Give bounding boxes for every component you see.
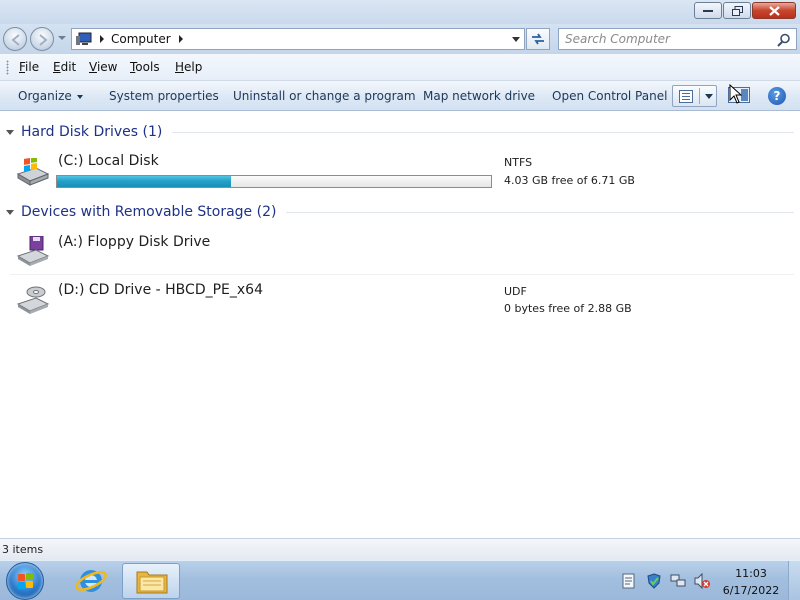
back-arrow-icon [11,34,20,46]
row-separator [10,274,794,275]
drive-name: (A:) Floppy Disk Drive [58,234,211,250]
clock-date[interactable]: 6/17/2022 [716,584,786,597]
forward-button[interactable] [30,27,54,51]
menu-bar: File Edit View Tools Help [0,54,800,81]
close-icon [768,5,780,16]
menu-help[interactable]: Help [175,60,202,74]
window-title-bar [0,0,800,24]
drive-item-c[interactable]: (C:) Local Disk NTFS 4.03 GB free of 6.7… [0,150,800,192]
menu-file[interactable]: File [19,60,39,74]
group-removable-storage[interactable]: Devices with Removable Storage (2) [6,204,794,220]
search-box[interactable] [558,28,797,50]
command-bar: Organize System properties Uninstall or … [0,81,800,111]
start-button[interactable] [6,562,44,600]
computer-icon [76,32,92,45]
group-title: Hard Disk Drives (1) [21,124,163,140]
menu-help-accel: H [175,60,185,74]
status-bar: 3 items [0,538,800,560]
item-count: 3 items [2,543,44,556]
drive-item-a[interactable]: (A:) Floppy Disk Drive [0,230,800,272]
collapse-caret-icon[interactable] [6,209,14,215]
window-controls [693,2,796,19]
restore-button[interactable] [723,2,751,19]
menu-view-label: iew [96,60,118,74]
recent-pages-dropdown[interactable] [58,36,66,40]
open-control-panel-button[interactable]: Open Control Panel [552,89,667,103]
network-icon[interactable] [670,573,686,589]
cd-drive-icon [16,286,50,314]
group-divider [172,131,794,133]
search-icon[interactable] [777,33,791,47]
group-divider [286,211,794,213]
hard-disk-icon [16,158,50,186]
navigation-bar: Computer [0,24,800,54]
menu-file-label: ile [25,60,40,74]
taskbar: 11:03 6/17/2022 [0,560,800,600]
refresh-button[interactable] [526,28,550,50]
address-history-dropdown[interactable] [512,37,520,42]
folder-icon [136,571,168,594]
forward-arrow-icon [39,34,48,46]
view-options-dropdown-icon[interactable] [705,94,713,99]
restore-icon [731,5,743,16]
file-list[interactable]: Hard Disk Drives (1) (C:) Local Disk NTF… [0,112,800,538]
change-view-button[interactable] [672,85,717,107]
details-view-icon [679,90,693,103]
drive-name: (D:) CD Drive - HBCD_PE_x64 [58,282,263,298]
organize-label: Organize [18,89,72,103]
disk-usage-fill [57,176,231,187]
action-center-icon[interactable] [622,573,636,589]
search-input[interactable] [565,29,765,49]
menu-help-label: elp [184,60,203,74]
organize-button[interactable]: Organize [18,89,83,103]
help-button[interactable]: ? [768,87,786,105]
collapse-caret-icon[interactable] [6,129,14,135]
security-shield-icon[interactable] [646,573,662,589]
drive-name: (C:) Local Disk [58,153,159,169]
file-system: UDF [504,285,527,298]
uninstall-program-button[interactable]: Uninstall or change a program [233,89,416,103]
menu-grip [6,60,9,75]
internet-explorer-icon [75,570,107,592]
menu-tools[interactable]: Tools [130,60,160,74]
menu-view[interactable]: View [89,60,117,74]
breadcrumb-computer[interactable]: Computer [111,32,171,46]
menu-view-accel: V [89,60,97,74]
address-bar[interactable]: Computer [71,28,525,50]
volume-muted-icon[interactable] [694,573,710,589]
refresh-icon [532,33,544,45]
breadcrumb-separator-icon[interactable] [100,35,104,43]
disk-usage-bar [56,175,492,188]
clock-time[interactable]: 11:03 [724,567,778,580]
show-desktop-button[interactable] [788,561,800,600]
mouse-cursor-icon [729,84,743,104]
help-icon: ? [773,89,781,103]
minimize-icon [703,9,713,12]
menu-edit-label: dit [60,60,77,74]
menu-edit[interactable]: Edit [53,60,76,74]
taskbar-internet-explorer[interactable] [62,563,120,599]
taskbar-windows-explorer[interactable] [122,563,180,599]
system-properties-button[interactable]: System properties [109,89,219,103]
view-button-separator [699,88,700,104]
free-space: 4.03 GB free of 6.71 GB [504,174,635,187]
file-system: NTFS [504,156,533,169]
floppy-drive-icon [16,236,50,266]
organize-dropdown-icon [76,94,83,99]
windows-logo-icon [18,573,33,589]
back-button[interactable] [3,27,27,51]
breadcrumb-chevron-icon[interactable] [178,35,183,43]
free-space: 0 bytes free of 2.88 GB [504,302,632,315]
menu-tools-label: ools [135,60,160,74]
drive-item-d[interactable]: (D:) CD Drive - HBCD_PE_x64 UDF 0 bytes … [0,278,800,320]
menu-edit-accel: E [53,60,61,74]
minimize-button[interactable] [694,2,722,19]
group-hard-disk-drives[interactable]: Hard Disk Drives (1) [6,124,794,140]
close-button[interactable] [752,2,796,19]
group-title: Devices with Removable Storage (2) [21,204,277,220]
map-network-drive-button[interactable]: Map network drive [423,89,535,103]
